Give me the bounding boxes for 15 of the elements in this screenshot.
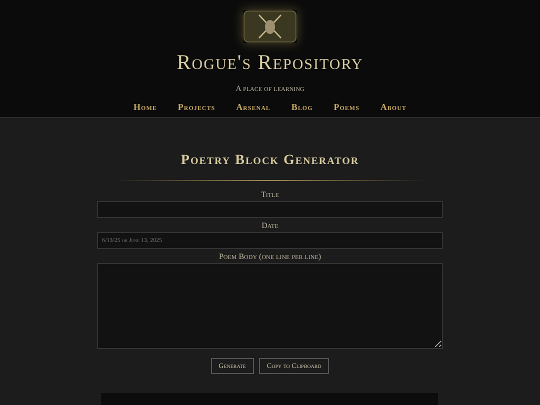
- nav-link[interactable]: Home: [134, 102, 157, 112]
- nav-link[interactable]: Arsenal: [236, 102, 270, 112]
- input-field[interactable]: [97, 201, 443, 218]
- field-label: Poem Body (one line per line): [218, 252, 322, 262]
- nav-link[interactable]: About: [380, 102, 406, 112]
- page-heading: Poetry Block Generator: [180, 152, 360, 170]
- field-label: Date: [262, 221, 278, 231]
- nav-link[interactable]: Projects: [178, 102, 216, 112]
- text-area[interactable]: [97, 263, 443, 349]
- crossed-swords-shield-icon: [243, 10, 297, 43]
- nav-link[interactable]: Blog: [291, 102, 313, 112]
- site-tagline: A place of learning: [236, 84, 304, 93]
- nav-link[interactable]: Poems: [334, 102, 360, 112]
- site-title: Rogue's Repository: [176, 50, 364, 74]
- field-label: Title: [261, 190, 279, 200]
